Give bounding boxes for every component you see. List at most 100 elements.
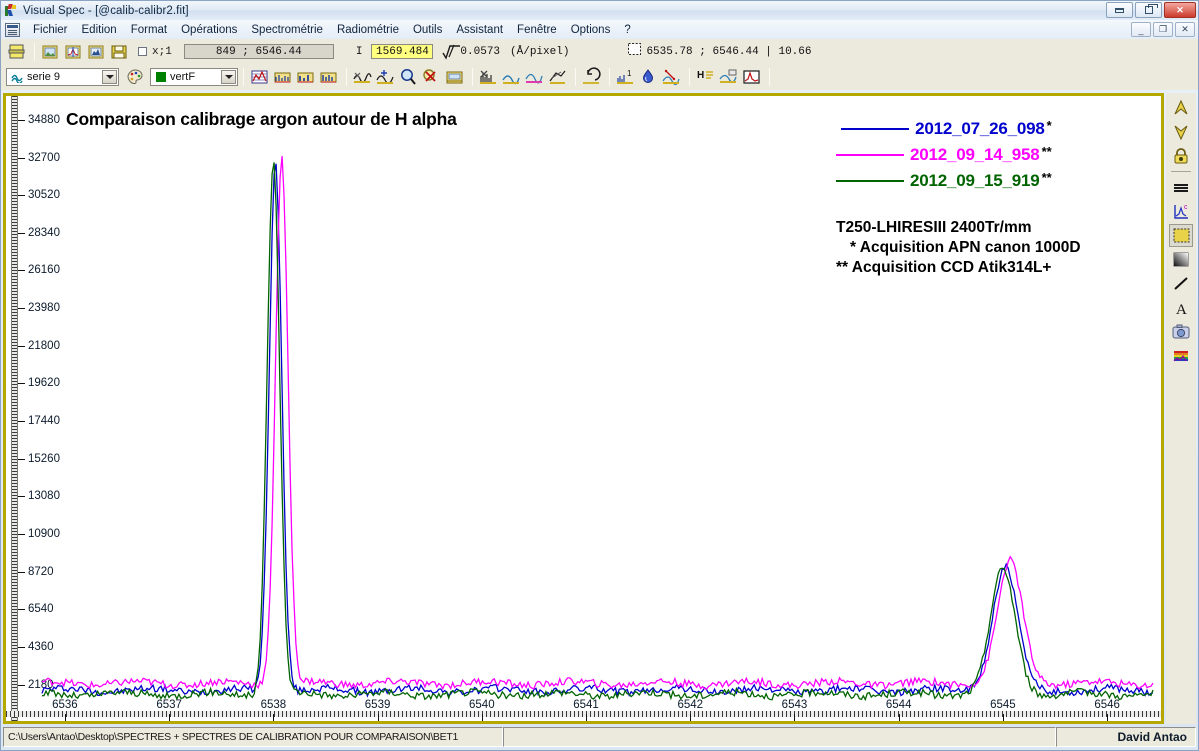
selection-icon [627, 42, 648, 62]
menu-item-operations[interactable]: Opérations [174, 23, 244, 37]
menu-item-fichier[interactable]: Fichier [26, 23, 75, 37]
arrow-down-icon[interactable] [1169, 120, 1193, 143]
grid-profile-icon[interactable] [249, 67, 270, 87]
toolbar-separator-3 [346, 68, 347, 86]
mdi-window-controls: _ ❐ ✕ [1131, 22, 1195, 37]
annotation-line-1: T250-LHIRESIII 2400Tr/mm [836, 218, 1081, 238]
find-icon[interactable] [86, 42, 107, 62]
save-icon[interactable] [109, 42, 130, 62]
toolbar-divider [1171, 171, 1191, 172]
gradient-icon[interactable] [1169, 248, 1193, 271]
legend-marker: * [1047, 118, 1052, 133]
palette-icon[interactable] [125, 67, 146, 87]
mdi-restore-button[interactable]: ❐ [1153, 22, 1173, 37]
legend-marker: ** [1042, 144, 1052, 159]
camera-icon[interactable] [1169, 320, 1193, 343]
menu-item-help[interactable]: ? [617, 23, 637, 37]
status-path: C:\Users\Antao\Desktop\SPECTRES + SPECTR… [3, 727, 503, 747]
header-icon[interactable]: H [695, 67, 716, 87]
lock-icon[interactable] [1169, 144, 1193, 167]
open-profile-icon[interactable] [63, 42, 84, 62]
window-title: Visual Spec - [@calib-calibr2.fit] [23, 5, 189, 17]
zoom-icon[interactable] [398, 67, 419, 87]
series-select-value: serie 9 [27, 71, 60, 83]
mdi-minimize-button[interactable]: _ [1131, 22, 1151, 37]
svg-text:1: 1 [627, 69, 632, 78]
baseline-icon[interactable] [501, 67, 522, 87]
intensity-1-icon[interactable]: 1 [615, 67, 636, 87]
menu-item-options[interactable]: Options [564, 23, 618, 37]
legend-item[interactable]: 2012_07_26_098* [836, 116, 1052, 142]
toolbar-separator-5 [575, 68, 576, 86]
text-tool-icon[interactable]: A [1169, 296, 1193, 319]
mdi-close-button[interactable]: ✕ [1175, 22, 1195, 37]
legend-item[interactable]: 2012_09_15_919** [836, 168, 1052, 194]
continuum-icon[interactable] [524, 67, 545, 87]
sqrt-icon [441, 42, 462, 62]
selection-rect-icon[interactable] [1169, 224, 1193, 247]
chart-legend: 2012_07_26_098*2012_09_14_958**2012_09_1… [836, 116, 1052, 194]
window-minimize-button[interactable] [1106, 2, 1133, 18]
annotation-line-2: * Acquisition APN canon 1000D [836, 238, 1081, 258]
graph-window-icon[interactable] [741, 67, 762, 87]
bin-3-icon[interactable] [318, 67, 339, 87]
plot-tools-toolbar: c A [1166, 93, 1196, 724]
xl-label: x;1 [152, 46, 172, 58]
status-author: David Antao [1056, 727, 1196, 747]
bin-2-icon[interactable] [295, 67, 316, 87]
legend-marker: ** [1042, 170, 1052, 185]
toolbar-separator [34, 43, 35, 61]
rotate-icon[interactable] [547, 67, 568, 87]
toolbar-separator-2 [243, 68, 244, 86]
cut-spectrum-icon[interactable] [478, 67, 499, 87]
status-middle [503, 727, 1056, 747]
bin-1-icon[interactable] [272, 67, 293, 87]
layers-icon[interactable] [6, 42, 27, 62]
menu-item-outils[interactable]: Outils [406, 23, 449, 37]
status-bar: C:\Users\Antao\Desktop\SPECTRES + SPECTR… [3, 726, 1196, 748]
series-select[interactable]: serie 9 [6, 68, 119, 86]
menu-item-edition[interactable]: Edition [75, 23, 124, 37]
toolbar-secondary: serie 9 vertF [1, 64, 1198, 90]
undo-icon[interactable] [581, 67, 602, 87]
window-restore-button[interactable] [1135, 2, 1162, 18]
lines-icon[interactable] [1169, 176, 1193, 199]
plot-canvas[interactable]: 2180436065408720109001308015260174401962… [6, 96, 1161, 721]
profile-c-icon[interactable]: c [1169, 200, 1193, 223]
menu-item-radiometrie[interactable]: Radiométrie [330, 23, 406, 37]
line-tool-icon[interactable] [1169, 272, 1193, 295]
svg-text:H: H [697, 70, 704, 81]
color-select-arrow[interactable] [221, 70, 236, 84]
series-select-arrow[interactable] [102, 70, 117, 84]
divide-icon[interactable] [661, 67, 682, 87]
smooth-icon[interactable] [352, 67, 373, 87]
rainbow-icon[interactable] [1169, 344, 1193, 367]
coordinate-field[interactable]: 849 ; 6546.44 [184, 44, 334, 59]
legend-item[interactable]: 2012_09_14_958** [836, 142, 1052, 168]
calibrate-icon[interactable] [718, 67, 739, 87]
legend-label: 2012_07_26_098 [915, 119, 1045, 139]
legend-label: 2012_09_14_958 [910, 145, 1040, 165]
arrow-up-icon[interactable] [1169, 96, 1193, 119]
series-wave-icon [11, 72, 24, 83]
intensity-label: I [356, 46, 363, 58]
chart-annotations: T250-LHIRESIII 2400Tr/mm * Acquisition A… [836, 218, 1081, 278]
add-point-icon[interactable] [375, 67, 396, 87]
menu-item-format[interactable]: Format [124, 23, 174, 37]
menu-bar: Fichier Edition Format Opérations Spectr… [1, 20, 1198, 39]
toolbar-separator-8 [769, 68, 770, 86]
xl-checkbox[interactable] [138, 47, 147, 56]
export-icon[interactable] [444, 67, 465, 87]
water-drop-icon[interactable] [638, 67, 659, 87]
menu-item-spectrometrie[interactable]: Spectrométrie [244, 23, 330, 37]
xl-checkbox-group[interactable]: x;1 [138, 46, 172, 58]
window-close-button[interactable]: ✕ [1164, 2, 1196, 18]
intensity-field[interactable]: 1569.484 [371, 44, 433, 59]
dispersion-unit: (Å/pixel) [510, 46, 569, 58]
menu-item-assistant[interactable]: Assistant [449, 23, 510, 37]
open-image-icon[interactable] [40, 42, 61, 62]
zoom-cancel-icon[interactable] [421, 67, 442, 87]
color-select[interactable]: vertF [150, 68, 238, 86]
menu-item-fenetre[interactable]: Fenêtre [510, 23, 564, 37]
legend-line-swatch [836, 154, 904, 156]
